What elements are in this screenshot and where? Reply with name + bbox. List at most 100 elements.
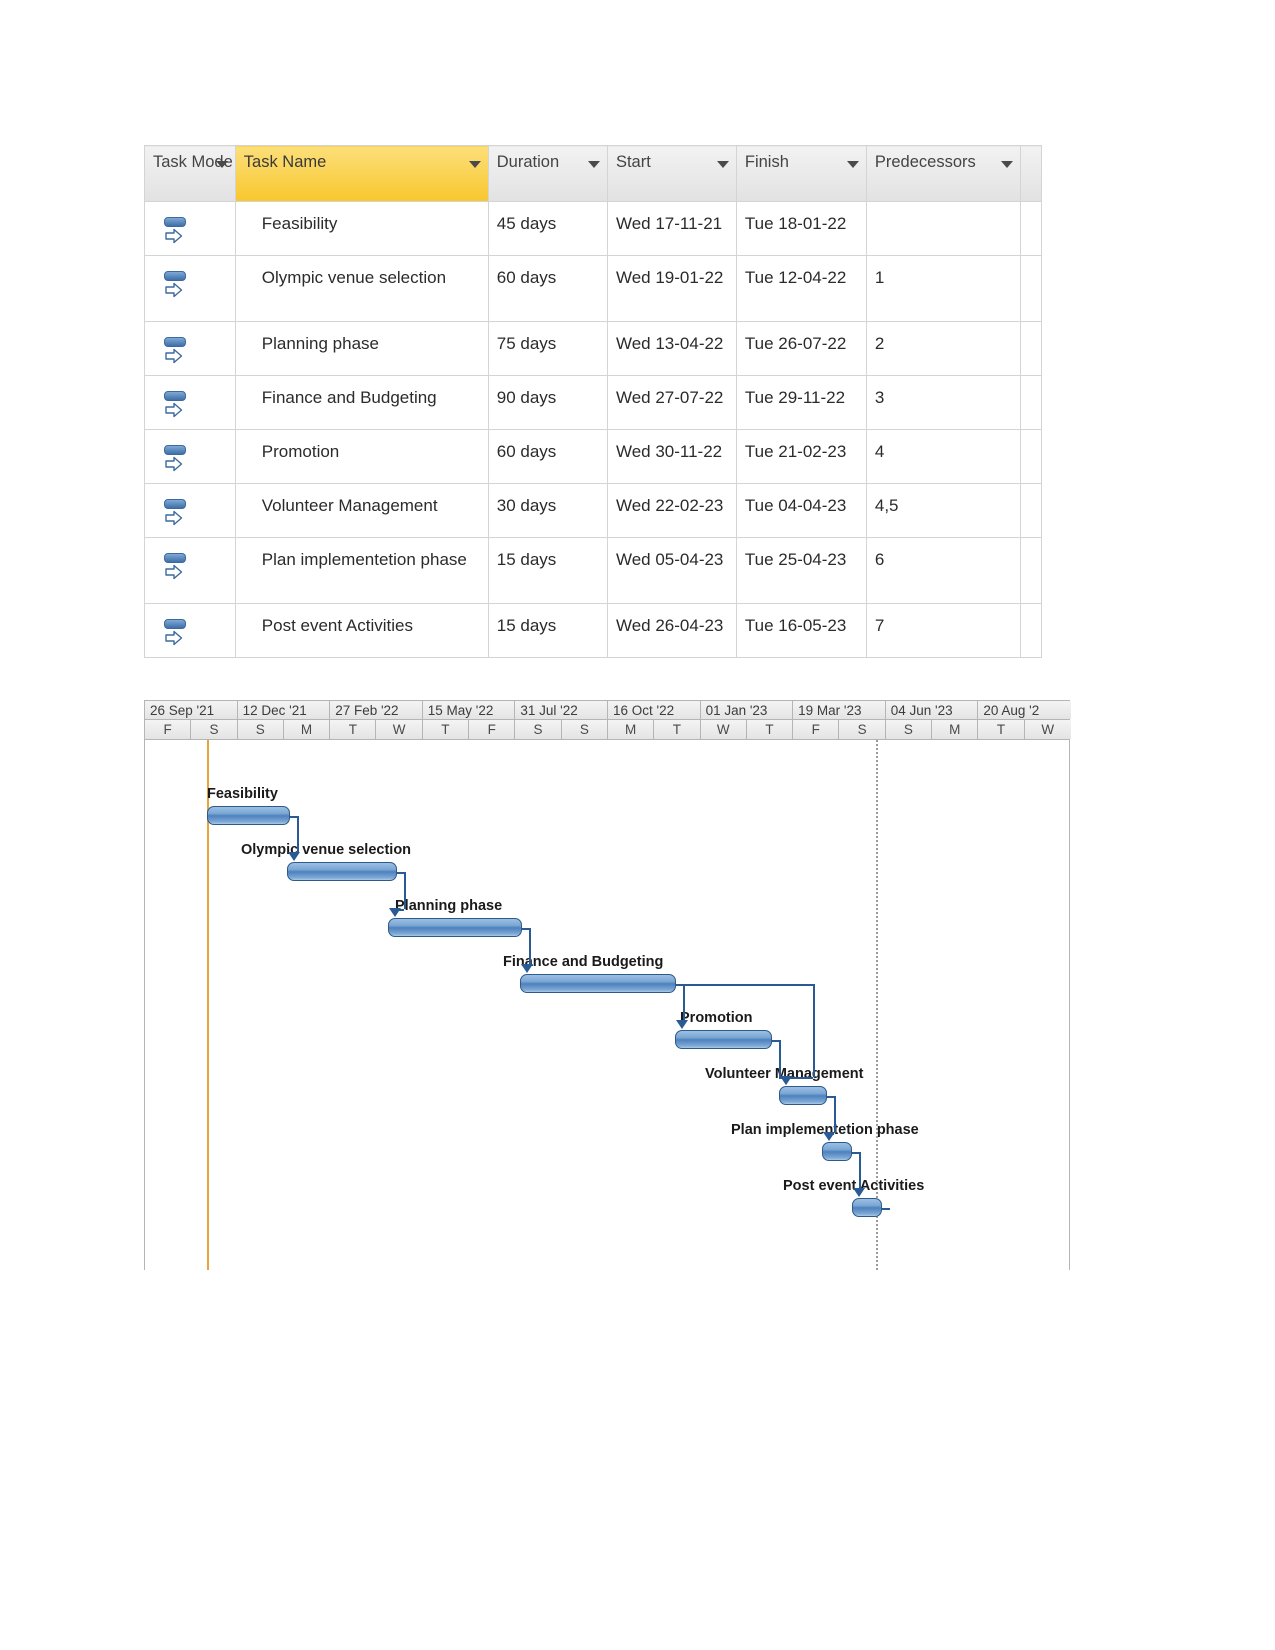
cell-predecessors[interactable]: 4,5 <box>865 483 1021 538</box>
cell-start[interactable]: Wed 30-11-22 <box>606 429 737 484</box>
cell-finish[interactable]: Tue 12-04-22 <box>735 255 867 322</box>
cell-finish[interactable]: Tue 04-04-23 <box>735 483 867 538</box>
cell-predecessors[interactable]: 3 <box>865 375 1021 430</box>
gantt-bar[interactable] <box>207 806 290 825</box>
column-header-task-name[interactable]: Task Name <box>234 145 489 202</box>
column-header-start[interactable]: Start <box>606 145 737 202</box>
cell-task-mode[interactable] <box>144 255 236 322</box>
cell-finish[interactable]: Tue 21-02-23 <box>735 429 867 484</box>
cell-predecessors[interactable]: 4 <box>865 429 1021 484</box>
timeline-period-cell: 26 Sep '21 <box>145 701 238 719</box>
cell-predecessors[interactable]: 2 <box>865 321 1021 376</box>
gantt-bar[interactable] <box>675 1030 772 1049</box>
cell-predecessors[interactable]: 7 <box>865 603 1021 658</box>
start-text: Wed 13-04-22 <box>615 334 724 353</box>
auto-scheduled-icon[interactable] <box>163 271 186 299</box>
cell-predecessors[interactable] <box>865 201 1021 256</box>
cell-finish[interactable]: Tue 29-11-22 <box>735 375 867 430</box>
timeline-day-cell: S <box>515 720 562 739</box>
cell-task-mode[interactable] <box>144 321 236 376</box>
column-header-task-mode[interactable]: Task Mode <box>144 145 236 202</box>
cell-task-name[interactable]: Volunteer Management <box>234 483 489 538</box>
cell-task-name[interactable]: Planning phase <box>234 321 489 376</box>
cell-duration[interactable]: 75 days <box>487 321 608 376</box>
cell-start[interactable]: Wed 05-04-23 <box>606 537 737 604</box>
gantt-bar[interactable] <box>287 862 397 881</box>
column-header-next-partial[interactable] <box>1019 145 1043 202</box>
cell-task-name[interactable]: Olympic venue selection <box>234 255 489 322</box>
auto-scheduled-icon[interactable] <box>163 217 186 245</box>
auto-scheduled-icon[interactable] <box>163 391 186 419</box>
cell-start[interactable]: Wed 19-01-22 <box>606 255 737 322</box>
start-text: Wed 19-01-22 <box>615 268 724 287</box>
cell-duration[interactable]: 90 days <box>487 375 608 430</box>
auto-scheduled-icon[interactable] <box>163 499 186 527</box>
table-row[interactable]: Finance and Budgeting 90 days Wed 27-07-22… <box>144 375 1043 430</box>
gantt-bar[interactable] <box>779 1086 827 1105</box>
cell-finish[interactable]: Tue 18-01-22 <box>735 201 867 256</box>
cell-finish[interactable]: Tue 16-05-23 <box>735 603 867 658</box>
auto-scheduled-icon[interactable] <box>163 445 186 473</box>
table-row[interactable]: Feasibility 45 days Wed 17-11-21 Tue 18-01-… <box>144 201 1043 256</box>
column-header-predecessors[interactable]: Predecessors <box>865 145 1021 202</box>
cell-task-mode[interactable] <box>144 483 236 538</box>
filter-dropdown-icon-predecessors[interactable] <box>1000 161 1013 168</box>
cell-task-name[interactable]: Post event Activities <box>234 603 489 658</box>
gantt-bar[interactable] <box>852 1198 882 1217</box>
cell-task-mode[interactable] <box>144 603 236 658</box>
table-row[interactable]: Post event Activities 15 days Wed 26-04-23… <box>144 603 1043 658</box>
cell-predecessors[interactable]: 1 <box>865 255 1021 322</box>
table-row[interactable]: Olympic venue selection 60 days Wed 19-01-… <box>144 255 1043 322</box>
filter-dropdown-icon-duration[interactable] <box>587 161 600 168</box>
cell-task-mode[interactable] <box>144 429 236 484</box>
cell-duration[interactable]: 15 days <box>487 537 608 604</box>
auto-scheduled-icon[interactable] <box>163 553 186 581</box>
dependency-arrow-icon <box>521 964 533 973</box>
filter-dropdown-icon-task-mode[interactable] <box>215 161 228 168</box>
task-name-text: Olympic venue selection <box>261 268 447 287</box>
gantt-bar[interactable] <box>520 974 676 993</box>
cell-task-name[interactable]: Finance and Budgeting <box>234 375 489 430</box>
cell-start[interactable]: Wed 22-02-23 <box>606 483 737 538</box>
cell-duration[interactable]: 45 days <box>487 201 608 256</box>
cell-duration[interactable]: 30 days <box>487 483 608 538</box>
filter-dropdown-icon-start[interactable] <box>716 161 729 168</box>
cell-task-name[interactable]: Promotion <box>234 429 489 484</box>
gantt-bar-label: Promotion <box>680 1010 753 1026</box>
cell-task-mode[interactable] <box>144 537 236 604</box>
auto-scheduled-icon[interactable] <box>163 337 186 365</box>
cell-task-name[interactable]: Feasibility <box>234 201 489 256</box>
cell-finish[interactable]: Tue 26-07-22 <box>735 321 867 376</box>
cell-duration[interactable]: 60 days <box>487 255 608 322</box>
gantt-bar[interactable] <box>388 918 522 937</box>
table-row[interactable]: Volunteer Management 30 days Wed 22-02-23 T… <box>144 483 1043 538</box>
start-text: Wed 17-11-21 <box>615 214 723 233</box>
task-name-text: Planning phase <box>261 334 379 353</box>
dependency-arrow-icon <box>288 852 300 861</box>
cell-start[interactable]: Wed 17-11-21 <box>606 201 737 256</box>
filter-dropdown-icon-task-name[interactable] <box>468 161 481 168</box>
auto-scheduled-bar-icon <box>164 553 186 563</box>
cell-predecessors[interactable]: 6 <box>865 537 1021 604</box>
column-header-finish[interactable]: Finish <box>735 145 867 202</box>
gantt-bar[interactable] <box>822 1142 852 1161</box>
cell-start[interactable]: Wed 26-04-23 <box>606 603 737 658</box>
cell-duration[interactable]: 15 days <box>487 603 608 658</box>
column-header-task-name-label: Task Name <box>243 153 327 171</box>
duration-text: 45 days <box>496 214 557 233</box>
cell-task-mode[interactable] <box>144 375 236 430</box>
cell-finish[interactable]: Tue 25-04-23 <box>735 537 867 604</box>
gantt-bar-label: Planning phase <box>395 898 503 914</box>
cell-task-name[interactable]: Plan implementetion phase <box>234 537 489 604</box>
cell-start[interactable]: Wed 27-07-22 <box>606 375 737 430</box>
auto-scheduled-icon[interactable] <box>163 619 186 647</box>
table-row[interactable]: Plan implementetion phase 15 days Wed 05-0… <box>144 537 1043 604</box>
table-row[interactable]: Promotion 60 days Wed 30-11-22 Tue 21-02-23… <box>144 429 1043 484</box>
cell-task-mode[interactable] <box>144 201 236 256</box>
filter-dropdown-icon-finish[interactable] <box>846 161 859 168</box>
cell-duration[interactable]: 60 days <box>487 429 608 484</box>
column-header-duration[interactable]: Duration <box>487 145 608 202</box>
cell-start[interactable]: Wed 13-04-22 <box>606 321 737 376</box>
table-row[interactable]: Planning phase 75 days Wed 13-04-22 Tue 26-… <box>144 321 1043 376</box>
dependency-arrow-icon <box>780 1076 792 1085</box>
